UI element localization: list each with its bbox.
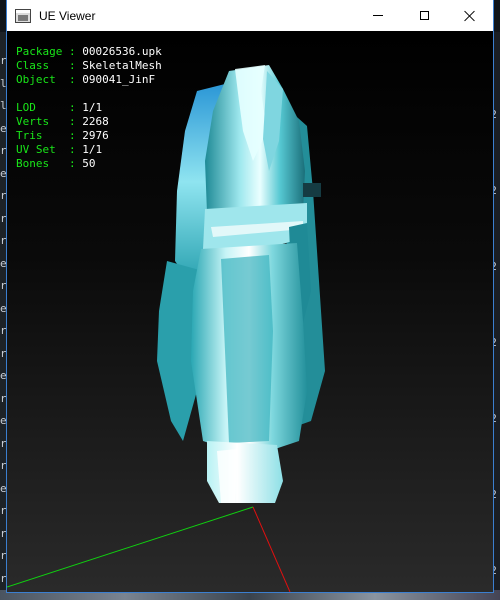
robe-skirt-front-panel — [221, 255, 273, 443]
ue-viewer-window: UE Viewer Package: 00026536.upk Class:… — [7, 0, 493, 592]
mesh-info-overlay: Package : 00026536.upk Class : SkeletalM… — [16, 45, 162, 171]
info-lod: LOD : 1/1 — [16, 101, 103, 114]
window-controls — [355, 0, 493, 31]
title-bar[interactable]: UE Viewer — [7, 0, 493, 31]
minimize-icon — [373, 15, 383, 16]
maximize-icon — [419, 11, 429, 20]
info-verts: Verts : 2268 — [16, 115, 109, 128]
window-title: UE Viewer — [39, 8, 96, 23]
info-object: Object : 090041_JinF — [16, 73, 156, 86]
minimize-button[interactable] — [355, 0, 401, 31]
close-icon — [464, 10, 476, 22]
axis-x-line — [252, 506, 291, 592]
info-package: Package : 00026536.upk — [16, 45, 162, 58]
info-uvset: UV Set : 1/1 — [16, 143, 103, 156]
robe-belt-knot — [303, 183, 321, 197]
3d-viewport[interactable]: Package : 00026536.upk Class : SkeletalM… — [7, 31, 493, 592]
axis-y-line — [7, 506, 254, 588]
close-button[interactable] — [447, 0, 493, 31]
info-bones: Bones : 50 — [16, 157, 96, 170]
info-class: Class : SkeletalMesh — [16, 59, 162, 72]
info-tris: Tris : 2976 — [16, 129, 109, 142]
robe-hem — [207, 441, 283, 503]
app-window-icon[interactable] — [15, 8, 31, 23]
maximize-button[interactable] — [401, 0, 447, 31]
